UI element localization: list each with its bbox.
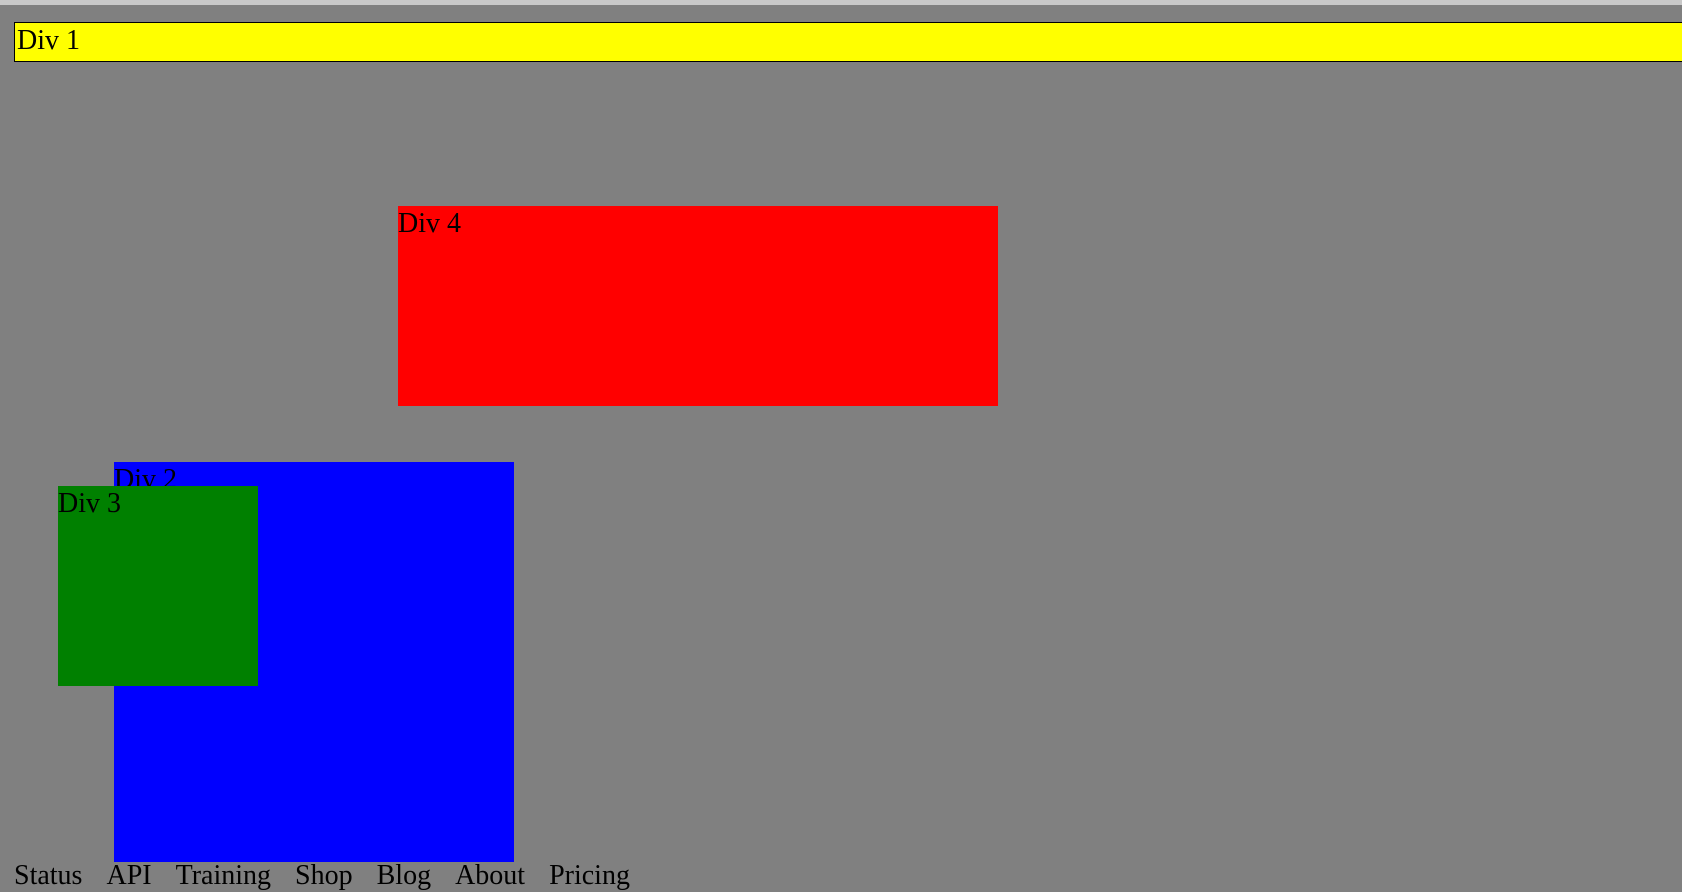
footer-link-about[interactable]: About bbox=[455, 860, 525, 891]
browser-top-strip bbox=[0, 0, 1682, 5]
div-3-label: Div 3 bbox=[58, 488, 121, 519]
footer-link-training[interactable]: Training bbox=[176, 860, 271, 891]
footer-link-shop[interactable]: Shop bbox=[295, 860, 353, 891]
div-4-box: Div 4 bbox=[398, 206, 998, 406]
footer-link-pricing[interactable]: Pricing bbox=[549, 860, 630, 891]
div-1-label: Div 1 bbox=[17, 25, 80, 56]
footer-link-status[interactable]: Status bbox=[14, 860, 82, 891]
div-4-label: Div 4 bbox=[398, 208, 461, 239]
footer-link-blog[interactable]: Blog bbox=[377, 860, 431, 891]
footer-links: Status API Training Shop Blog About Pricing bbox=[14, 860, 654, 892]
div-1-box: Div 1 bbox=[14, 22, 1682, 62]
footer-link-api[interactable]: API bbox=[106, 860, 151, 891]
div-3-box: Div 3 bbox=[58, 486, 258, 686]
